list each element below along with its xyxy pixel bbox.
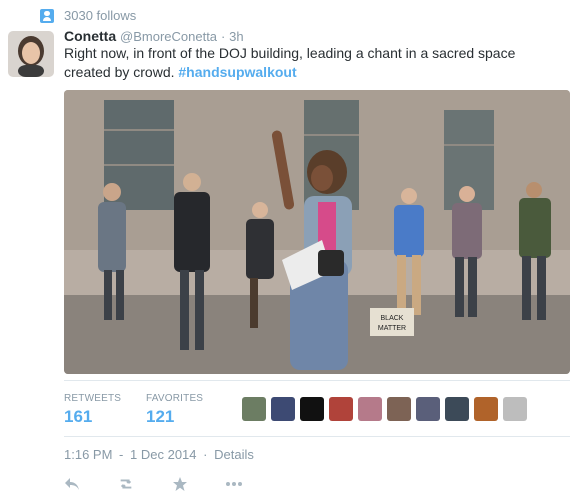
retweets-count[interactable]: 161 [64,407,121,427]
divider-bottom [64,436,570,437]
favoriter-avatar[interactable] [358,397,382,421]
favoriter-avatar[interactable] [416,397,440,421]
favoriter-avatar[interactable] [503,397,527,421]
meta-separator: - [119,447,124,462]
divider-top [64,380,570,381]
meta-date: 1 Dec 2014 [130,447,197,462]
favoriter-avatar[interactable] [474,397,498,421]
favoriter-avatar[interactable] [445,397,469,421]
favoriter-avatars [242,397,532,421]
favorites-count[interactable]: 121 [146,407,203,427]
hashtag-link[interactable]: #handsupwalkout [178,64,296,80]
favoriter-avatar[interactable] [271,397,295,421]
tweet-header: Conetta @BmoreConetta · 3h [64,28,244,44]
follow-count-text: 3030 follows [64,8,137,23]
favoriter-avatar[interactable] [387,397,411,421]
retweet-icon[interactable] [118,476,134,492]
favoriter-avatar[interactable] [329,397,353,421]
reply-icon[interactable] [64,476,80,492]
follow-context: 3030 follows [40,8,136,23]
tweet-text: Right now, in front of the DOJ building,… [64,44,564,82]
meta-separator: · [203,447,208,462]
follow-user-icon [40,8,54,23]
favorites-label: FAVORITES [146,393,204,404]
tweet-meta: 1:16 PM - 1 Dec 2014 · Details [64,447,254,462]
tweet-time[interactable]: 3h [229,29,243,44]
details-link[interactable]: Details [214,447,254,462]
retweets-stat[interactable]: RETWEETS 161 [64,393,121,427]
more-icon[interactable] [226,476,242,492]
favoriter-avatar[interactable] [242,397,266,421]
tweet-stats: RETWEETS 161 FAVORITES 121 [64,385,570,435]
tweet-photo[interactable]: BLACK MATTER [64,90,570,374]
header-separator: · [220,29,226,44]
favorite-icon[interactable] [172,476,188,492]
meta-time: 1:16 PM [64,447,113,462]
svg-text:MATTER: MATTER [378,325,406,332]
favoriter-avatar[interactable] [300,397,324,421]
tweet-actions [64,476,280,492]
author-handle[interactable]: @BmoreConetta [120,29,217,44]
author-name[interactable]: Conetta [64,28,116,44]
svg-text:BLACK: BLACK [381,315,404,322]
favorites-stat[interactable]: FAVORITES 121 [146,393,203,427]
avatar[interactable] [8,31,54,77]
retweets-label: RETWEETS [64,393,122,404]
